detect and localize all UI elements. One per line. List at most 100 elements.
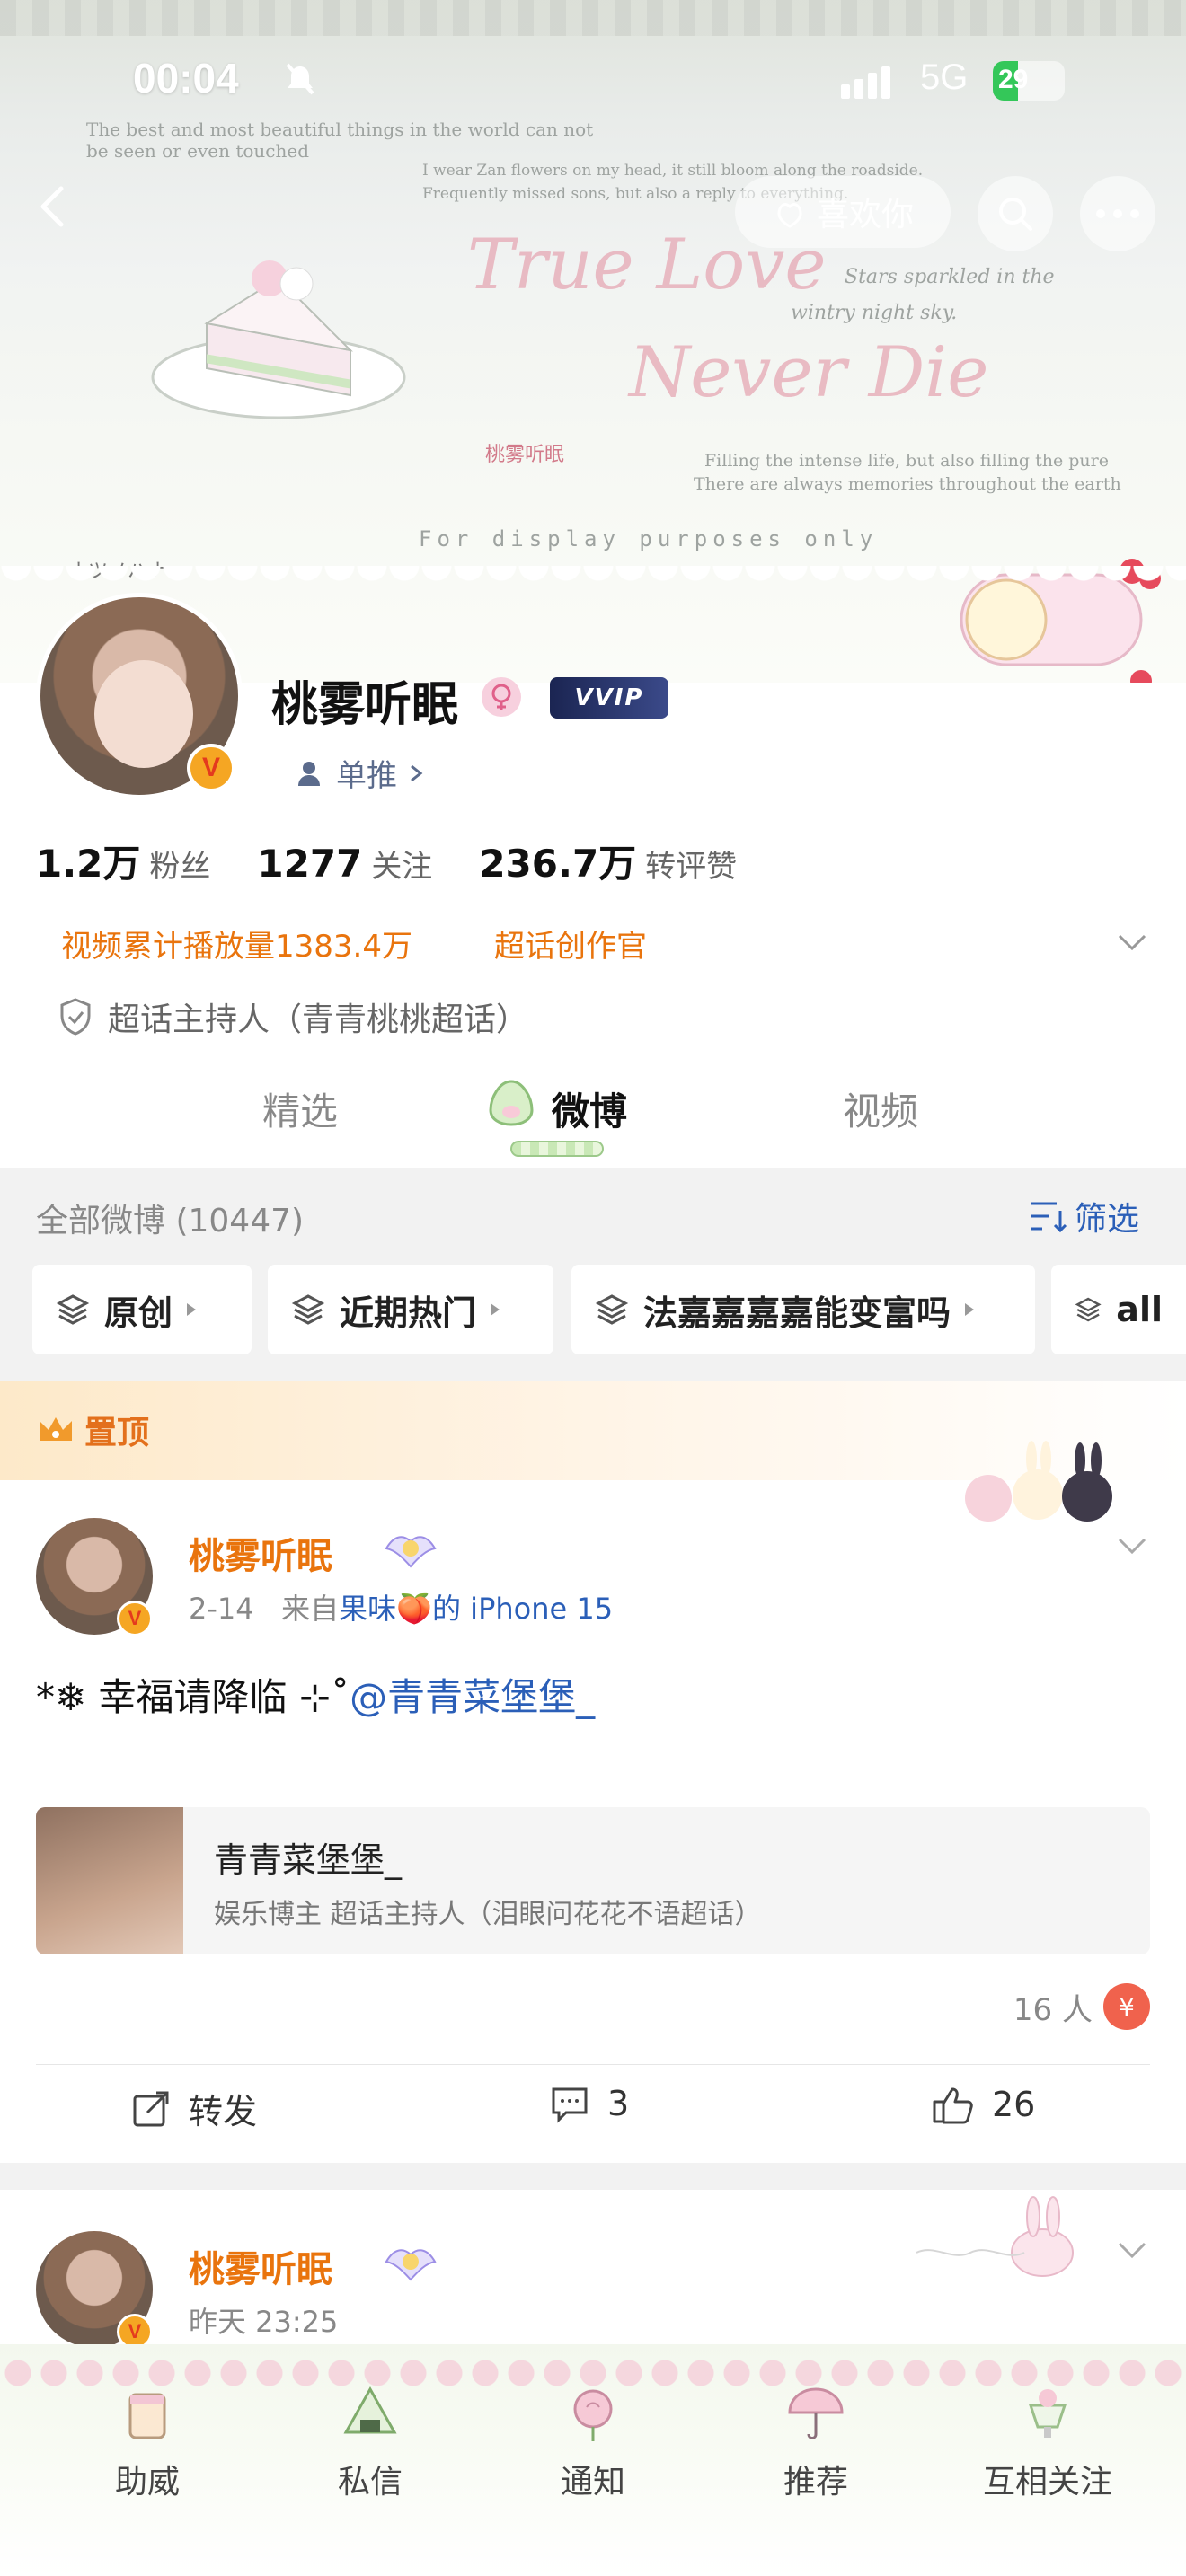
profile-tabs: 精选 微博 视频 bbox=[0, 1060, 1186, 1168]
stat-followers[interactable]: 1.2万 粉丝 bbox=[36, 834, 210, 888]
rice-ball-icon bbox=[343, 2386, 397, 2434]
stat-following[interactable]: 1277 关注 bbox=[257, 842, 432, 886]
chip-label: 法嘉嘉嘉嘉能变富吗 bbox=[643, 1292, 951, 1333]
post-source[interactable]: 果味🍑的 iPhone 15 bbox=[339, 1592, 613, 1626]
quoted-user-name: 青青菜堡堡_ bbox=[214, 1840, 403, 1880]
cake-roll-illustration bbox=[960, 559, 1161, 666]
parfait-icon bbox=[1028, 2389, 1067, 2438]
layers-icon bbox=[1075, 1297, 1102, 1322]
banner-decor-text: For display purposes only bbox=[419, 526, 879, 551]
verified-v-icon: V bbox=[117, 1601, 153, 1636]
cup-icon bbox=[128, 2393, 166, 2439]
chip-all[interactable]: all bbox=[1051, 1265, 1186, 1354]
supporters-count[interactable]: 16 人 ¥ bbox=[1013, 1983, 1150, 2030]
post-date: 2-14 bbox=[189, 1592, 254, 1626]
filter-label: 筛选 bbox=[1075, 1201, 1140, 1238]
banner-script-title: Never Die bbox=[629, 332, 989, 413]
stat-number: 236.7万 bbox=[479, 842, 637, 886]
quoted-user-avatar bbox=[36, 1807, 183, 1954]
person-icon bbox=[298, 761, 320, 786]
tab-label: 互相关注 bbox=[982, 2464, 1112, 2501]
verified-v-icon: V bbox=[187, 744, 235, 792]
fan-tag-button[interactable]: 单推 bbox=[296, 751, 424, 795]
stat-label: 关注 bbox=[371, 849, 433, 885]
cake-illustration bbox=[151, 260, 406, 419]
chevron-down-icon[interactable] bbox=[1112, 1525, 1152, 1565]
post-author[interactable]: 桃雾听眠 bbox=[189, 2240, 332, 2292]
divider bbox=[36, 2064, 1150, 2065]
creator-tag[interactable]: 超话创作官 bbox=[494, 922, 647, 966]
search-button[interactable] bbox=[978, 176, 1053, 251]
cake-slice-illustration bbox=[1130, 670, 1152, 683]
chip-label: 近期热门 bbox=[340, 1292, 477, 1333]
vvip-badge[interactable]: VVIP bbox=[550, 677, 668, 719]
tab-label: 推荐 bbox=[783, 2464, 848, 2501]
status-bar: 00:04 5G 29 bbox=[0, 54, 1186, 108]
avatar-face bbox=[94, 660, 193, 768]
stat-label: 转评赞 bbox=[645, 849, 738, 885]
tab-video[interactable]: 视频 bbox=[843, 1081, 918, 1136]
tab-featured[interactable]: 精选 bbox=[262, 1081, 338, 1136]
active-tab-indicator bbox=[510, 1141, 604, 1157]
comment-count: 3 bbox=[607, 2084, 630, 2123]
shield-icon bbox=[60, 998, 91, 1036]
post-card[interactable]: 置顶 V 桃雾听眠 2-14 来自果味🍑的 iPhone 15 *❄ 幸福请降临… bbox=[0, 1381, 1186, 2163]
member-wing-badge-icon bbox=[385, 1536, 437, 1568]
bunny-decor-illustration bbox=[916, 2196, 1074, 2277]
chevron-down-icon[interactable] bbox=[1112, 922, 1152, 961]
quoted-user-card[interactable]: 青青菜堡堡_ 娱乐博主 超话主持人（泪眼问花花不语超话） bbox=[36, 1807, 1150, 1954]
more-dots-icon bbox=[1096, 209, 1139, 218]
chip-recent-hot[interactable]: 近期热门 bbox=[268, 1265, 553, 1354]
weibo-count: 全部微博 (10447) bbox=[36, 1203, 305, 1239]
video-plays-tag[interactable]: 视频累计播放量1383.4万 bbox=[61, 922, 412, 966]
layers-icon bbox=[595, 1294, 629, 1325]
stat-interactions[interactable]: 236.7万 转评赞 bbox=[479, 834, 737, 888]
more-button[interactable] bbox=[1080, 176, 1155, 251]
tab-weibo[interactable]: 微博 bbox=[552, 1081, 627, 1136]
chevron-down-icon[interactable] bbox=[1112, 2229, 1152, 2269]
layers-icon bbox=[56, 1294, 90, 1325]
supporters-label: 16 人 bbox=[1013, 1991, 1093, 2028]
pinned-label: 置顶 bbox=[36, 1407, 149, 1453]
like-you-button[interactable]: 喜欢你 bbox=[735, 176, 951, 248]
rose-icon bbox=[573, 2389, 613, 2441]
tab-notifications[interactable]: 通知 bbox=[521, 2380, 665, 2502]
back-arrow-icon[interactable] bbox=[27, 180, 81, 234]
layers-icon bbox=[291, 1294, 325, 1325]
like-button[interactable]: 26 bbox=[931, 2084, 1035, 2125]
post-mention-link[interactable]: @青青菜堡堡_ bbox=[350, 1675, 595, 1719]
chip-original[interactable]: 原创 bbox=[32, 1265, 252, 1354]
female-gender-icon bbox=[482, 677, 521, 717]
post-text-body: *❄ 幸福请降临 ⊹˚ bbox=[36, 1675, 350, 1719]
rice-cake-icon bbox=[489, 1080, 534, 1126]
tab-label: 通知 bbox=[560, 2464, 625, 2501]
quoted-user-desc: 娱乐博主 超话主持人（泪眼问花花不语超话） bbox=[214, 1899, 762, 1930]
post-author[interactable]: 桃雾听眠 bbox=[189, 1527, 332, 1579]
chip-custom-group[interactable]: 法嘉嘉嘉嘉能变富吗 bbox=[571, 1265, 1035, 1354]
host-line[interactable]: 超话主持人（青青桃桃超话） bbox=[58, 993, 528, 1040]
banner-decor-text: The best and most beautiful things in th… bbox=[86, 119, 594, 140]
tab-label: 助威 bbox=[114, 2464, 180, 2501]
tab-mutual-follow[interactable]: 互相关注 bbox=[967, 2380, 1128, 2502]
status-time: 00:04 bbox=[133, 55, 239, 101]
share-icon bbox=[133, 2091, 169, 2126]
lace-border bbox=[0, 0, 1186, 36]
profile-banner: The best and most beautiful things in th… bbox=[0, 0, 1186, 683]
crown-icon bbox=[40, 1417, 72, 1441]
lace-border bbox=[0, 566, 1186, 589]
repost-button[interactable]: 转发 bbox=[131, 2084, 257, 2133]
repost-label: 转发 bbox=[189, 2092, 258, 2131]
chip-arrow-icon bbox=[965, 1303, 975, 1316]
post-text: *❄ 幸福请降临 ⊹˚@青青菜堡堡_ bbox=[36, 1667, 595, 1722]
tab-messages[interactable]: 私信 bbox=[298, 2380, 442, 2502]
comment-button[interactable]: 3 bbox=[550, 2084, 629, 2123]
stat-number: 1.2万 bbox=[36, 842, 141, 886]
banner-decor-text: Filling the intense life, but also filli… bbox=[704, 451, 1109, 471]
filter-button[interactable]: 筛选 bbox=[1030, 1193, 1139, 1239]
stat-number: 1277 bbox=[257, 842, 363, 886]
bottom-tab-bar: 助威 私信 通知 推荐 互相关注 bbox=[0, 2344, 1186, 2576]
network-type: 5G bbox=[920, 57, 969, 97]
tab-cheer[interactable]: 助威 bbox=[75, 2380, 219, 2502]
tab-recommend[interactable]: 推荐 bbox=[744, 2380, 888, 2502]
thumbs-up-icon bbox=[933, 2087, 973, 2124]
